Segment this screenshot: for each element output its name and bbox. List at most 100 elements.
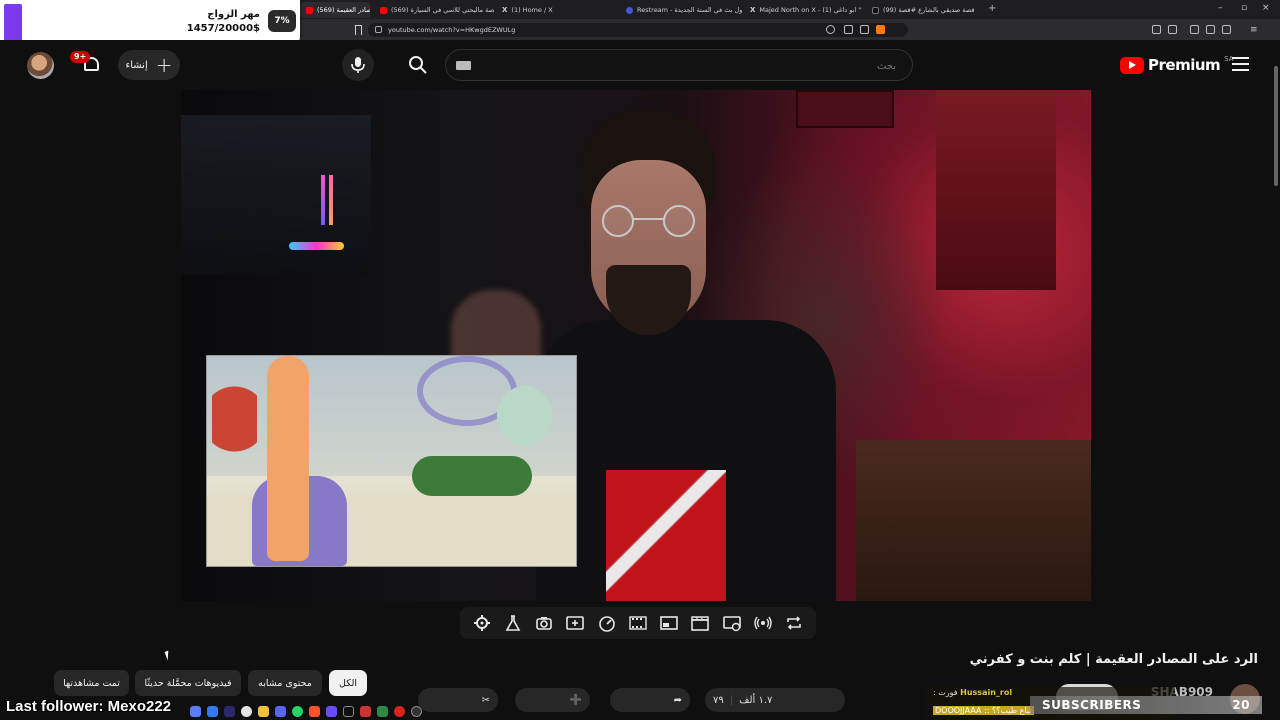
zoom-icon[interactable] [826, 25, 835, 34]
create-button[interactable]: إنشاء + [118, 50, 180, 80]
account-avatar[interactable] [27, 52, 54, 79]
excel-icon[interactable] [377, 705, 388, 717]
subs-label: SUBSCRIBERS [1042, 698, 1142, 712]
bookmark-icon[interactable] [355, 25, 362, 35]
filmstrip-icon[interactable] [629, 614, 647, 632]
video-scene-shirt-logo [606, 470, 726, 601]
browser-tab[interactable]: X (1) Home / X [496, 2, 616, 18]
obs-icon[interactable] [411, 705, 422, 717]
brave-shields-icon[interactable] [876, 25, 885, 34]
folder-icon[interactable] [258, 705, 269, 717]
minimize-icon[interactable]: – [1218, 3, 1223, 13]
extensions-icon[interactable] [1152, 25, 1161, 34]
clip-character [497, 386, 552, 446]
site-info-icon[interactable] [375, 26, 382, 33]
donation-amount: 1457/20000$ [186, 23, 260, 34]
microphone-icon [351, 57, 365, 73]
notifications-button[interactable]: 9+ [70, 51, 104, 77]
broadcast-icon[interactable] [754, 614, 772, 632]
like-dislike-buttons[interactable]: ٧٩ | ١.٧ ألف [705, 688, 845, 712]
browser-tab[interactable]: X Majed North on X - (1) ابو داغي " [744, 2, 866, 18]
screen: (569) الرد على المصادر العقيمة × (569) ق… [0, 0, 1280, 720]
loop-icon[interactable] [785, 614, 803, 632]
tab-label: (569) قصة ماليحتي للاسي في السيارة [391, 6, 494, 14]
create-label: إنشاء [125, 59, 148, 71]
notifications-badge: 9+ [70, 51, 91, 63]
keyboard-icon[interactable] [456, 61, 471, 70]
video-settings-icon[interactable] [722, 614, 741, 632]
url-text: youtube.com/watch?v=HKwgdEZWULg [388, 26, 516, 34]
whatsapp-icon[interactable] [292, 705, 303, 717]
save-button[interactable]: ➕ [515, 688, 590, 712]
discord-icon[interactable] [275, 705, 286, 717]
app-icon[interactable] [326, 705, 337, 717]
chip-all[interactable]: الكل [329, 670, 367, 696]
chip-recently-uploaded[interactable]: فيديوهات محمَّلة حديثًا [135, 670, 241, 696]
browser-menu-icon[interactable]: ≡ [1250, 25, 1259, 35]
gear-icon[interactable] [473, 614, 491, 632]
clapper-icon[interactable] [691, 614, 710, 632]
search-button[interactable] [400, 49, 436, 81]
save-icon: ➕ [569, 694, 582, 706]
youtube-favicon-icon [380, 6, 387, 14]
voice-search-button[interactable] [342, 49, 374, 81]
restore-icon[interactable]: ▫ [1241, 3, 1247, 13]
subs-count: 20 [1232, 698, 1250, 712]
speed-gauge-icon[interactable] [598, 614, 616, 632]
youtube-premium-logo[interactable]: Premium SA [1120, 54, 1234, 76]
share-icon[interactable] [860, 25, 869, 34]
picture-in-picture-icon[interactable] [660, 614, 679, 632]
app-icon[interactable] [360, 705, 371, 717]
browser-tab[interactable]: (569) قصة ماليحتي للاسي في السيارة [374, 2, 494, 18]
tab-label: (99) قصة صديقي بالشارع #قصة [883, 6, 975, 14]
add-frame-icon[interactable] [566, 614, 585, 632]
guide-menu-button[interactable] [1232, 57, 1249, 71]
video-scene-light [329, 175, 333, 225]
mouse-cursor-icon [164, 650, 172, 661]
camera-icon[interactable] [535, 614, 553, 632]
chat-user-label: فورت : [933, 688, 958, 697]
browser-tab[interactable]: Restream - اول بث في السنة الجديدة [620, 2, 742, 18]
vpn-icon[interactable] [1222, 25, 1231, 34]
plus-icon: + [155, 53, 173, 77]
share-button[interactable]: ➦ [610, 688, 690, 712]
store-icon[interactable] [207, 705, 218, 717]
donation-title: مهر الزواج [207, 9, 260, 20]
video-scene-sofa [856, 440, 1091, 601]
dislike-count: ٧٩ [713, 694, 724, 706]
donation-progress-bar [4, 4, 22, 44]
wallet-icon[interactable] [1206, 25, 1215, 34]
lab-flask-icon[interactable] [504, 614, 522, 632]
copilot-icon[interactable] [190, 705, 201, 717]
chip-related[interactable]: محتوى مشابه [248, 670, 322, 696]
close-window-icon[interactable]: × [1262, 3, 1270, 13]
like-count: ١.٧ ألف [739, 694, 773, 706]
brave-icon[interactable] [309, 705, 320, 717]
video-scene-shelf [181, 115, 371, 275]
chrome-icon[interactable] [241, 705, 252, 717]
new-tab-icon[interactable]: + [988, 3, 996, 14]
sidebar-icon[interactable] [1168, 25, 1177, 34]
page-scrollbar[interactable] [1272, 46, 1280, 720]
video-scene-frame [796, 90, 894, 128]
youtube-favicon-icon [306, 6, 313, 14]
install-app-icon[interactable] [844, 25, 853, 34]
youtube-play-logo-icon [1120, 56, 1144, 74]
clip-character [267, 356, 309, 561]
chip-watched[interactable]: تمت مشاهدتها [54, 670, 129, 696]
youtube-app-icon[interactable] [394, 705, 405, 717]
media-icon[interactable] [1190, 25, 1199, 34]
tiktok-favicon-icon [872, 6, 879, 14]
youtube-header: 9+ إنشاء + Premium SA [0, 40, 1280, 90]
premiere-icon[interactable] [224, 705, 235, 717]
browser-tab-active[interactable]: (569) الرد على المصادر العقيمة × [300, 2, 370, 18]
os-taskbar [190, 702, 520, 720]
logo-text: Premium [1148, 56, 1221, 74]
donation-percent: 7% [268, 10, 296, 32]
scrollbar-thumb[interactable] [1274, 66, 1278, 186]
video-title: الرد على المصادر العقيمة | كلم بنت و كفر… [969, 652, 1258, 667]
terminal-icon[interactable] [343, 705, 354, 717]
x-favicon-icon: X [502, 6, 508, 14]
search-input[interactable] [486, 56, 906, 76]
browser-tab[interactable]: (99) قصة صديقي بالشارع #قصة [866, 2, 984, 18]
